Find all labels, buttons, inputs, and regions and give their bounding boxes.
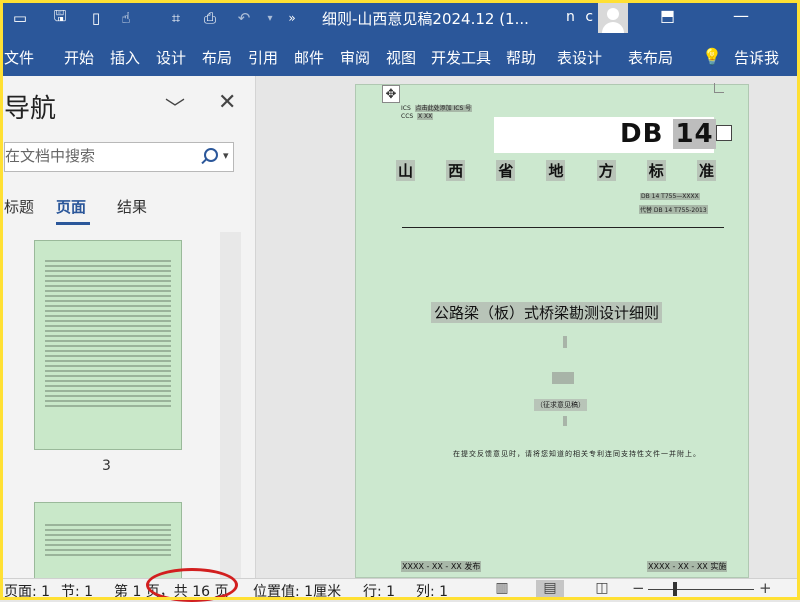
db-prefix: DB <box>620 119 664 149</box>
tab-results[interactable]: 结果 <box>117 196 147 217</box>
tab-design[interactable]: 设计 <box>156 47 186 68</box>
thumbnail-page-number: 3 <box>102 458 111 474</box>
db-number[interactable]: 14 <box>673 119 716 149</box>
zoom-in-icon[interactable]: + <box>759 579 772 597</box>
new-document-icon[interactable]: ▯ <box>84 6 108 30</box>
user-name[interactable]: n c <box>566 9 596 25</box>
tab-insert[interactable]: 插入 <box>110 47 140 68</box>
placeholder-block <box>563 416 567 426</box>
corner-mark <box>714 83 724 93</box>
ribbon-tabs: 文件 开始 插入 设计 布局 引用 邮件 审阅 视图 开发工具 帮助 表设计 表… <box>0 36 800 76</box>
tab-table-design[interactable]: 表设计 <box>557 47 602 68</box>
active-tab-indicator <box>56 222 90 225</box>
placeholder-block <box>552 372 574 384</box>
tab-pages[interactable]: 页面 <box>56 196 86 217</box>
status-bar: 页面: 1 节: 1 第 1 页，共 16 页 位置值: 1厘米 行: 1 列:… <box>0 568 800 602</box>
draft-label[interactable]: （征求意见稿） <box>534 399 587 411</box>
print-preview-icon[interactable]: ⎙ <box>198 6 222 30</box>
publish-date[interactable]: XXXX - XX - XX 发布 <box>401 561 482 572</box>
divider <box>402 227 724 228</box>
tab-mailings[interactable]: 邮件 <box>294 47 324 68</box>
ribbon-display-icon[interactable]: ⬒ <box>660 6 675 25</box>
ics-value[interactable]: 点击此处添加 ICS 号 <box>414 105 473 112</box>
tab-table-layout[interactable]: 表布局 <box>628 47 673 68</box>
page-thumbnail[interactable] <box>34 240 182 450</box>
standard-title-char: 省 <box>496 160 516 181</box>
standard-title-char: 准 <box>696 160 716 181</box>
document-area[interactable]: ✥ ICS 点击此处添加 ICS 号 CCS X XX DB 14 山 西 省 … <box>257 76 800 578</box>
ics-line: ICS 点击此处添加 ICS 号 <box>401 103 473 112</box>
main-title[interactable]: 公路梁（板）式桥梁勘测设计细则 <box>431 302 663 323</box>
standard-title-char: 方 <box>596 160 616 181</box>
standard-title-char: 山 <box>396 160 416 181</box>
tab-review[interactable]: 审阅 <box>340 47 370 68</box>
more-commands-icon[interactable]: » <box>280 6 304 30</box>
placeholder-block <box>563 336 567 348</box>
chevron-down-icon[interactable]: ﹀ <box>165 92 185 121</box>
page-thumbnail[interactable] <box>34 502 182 582</box>
tab-file[interactable]: 文件 <box>4 47 34 68</box>
zoom-slider-thumb[interactable] <box>673 582 677 596</box>
ccs-label: CCS <box>401 113 414 120</box>
status-row[interactable]: 行: 1 <box>363 581 395 601</box>
patent-note[interactable]: 在提交反馈意见时，请将您知道的相关专利连同支持性文件一并附上。 <box>453 449 701 459</box>
tab-help[interactable]: 帮助 <box>506 47 536 68</box>
status-position[interactable]: 位置值: 1厘米 <box>253 581 341 601</box>
lightbulb-icon[interactable]: 💡 <box>702 47 722 66</box>
implement-date[interactable]: XXXX - XX - XX 实施 <box>647 561 728 572</box>
tab-home[interactable]: 开始 <box>64 47 94 68</box>
db-checkbox[interactable] <box>716 125 732 141</box>
tell-me-button[interactable]: 告诉我 <box>734 47 779 68</box>
ccs-value[interactable]: X XX <box>417 113 434 120</box>
tab-headings[interactable]: 标题 <box>4 196 34 217</box>
status-section[interactable]: 节: 1 <box>61 581 93 601</box>
print-layout-icon[interactable]: ▤ <box>536 580 564 599</box>
nav-scrollbar[interactable] <box>220 232 241 578</box>
read-mode-icon[interactable]: ▥ <box>488 580 516 599</box>
tab-view[interactable]: 视图 <box>386 47 416 68</box>
undo-icon[interactable]: ↶ <box>232 6 256 30</box>
tab-references[interactable]: 引用 <box>248 47 278 68</box>
standard-title-char: 标 <box>646 160 666 181</box>
redo-dropdown-icon[interactable]: ▾ <box>258 6 282 30</box>
zoom-out-icon[interactable]: − <box>632 579 645 597</box>
document-title: 细则-山西意见稿2024.12 (1... <box>322 10 529 28</box>
title-bar: ▭ 🖫 ▯ ☝ ⌗ ⎙ ↶ ▾ » 细则-山西意见稿2024.12 (1... … <box>0 0 800 36</box>
standard-code[interactable]: DB 14 T755—XXXX <box>640 193 700 200</box>
translate-icon[interactable]: ⌗ <box>164 6 188 30</box>
web-layout-icon[interactable]: ◫ <box>588 580 616 599</box>
standard-title: 山 西 省 地 方 标 准 <box>396 160 716 181</box>
close-icon[interactable]: ✕ <box>218 90 236 115</box>
save-icon[interactable]: 🖫 <box>48 6 72 30</box>
search-icon[interactable] <box>204 148 218 162</box>
tab-layout[interactable]: 布局 <box>202 47 232 68</box>
autosave-icon[interactable]: ▭ <box>8 6 32 30</box>
ccs-line: CCS X XX <box>401 113 434 120</box>
minimize-icon[interactable]: — <box>733 6 749 25</box>
highlight-ring <box>146 568 238 602</box>
db-label: DB 14 <box>620 119 716 149</box>
move-handle-icon[interactable]: ✥ <box>382 85 400 103</box>
ics-label: ICS <box>401 105 411 112</box>
standard-title-char: 地 <box>546 160 566 181</box>
avatar[interactable] <box>598 3 628 33</box>
status-column[interactable]: 列: 1 <box>416 581 448 601</box>
tab-developer[interactable]: 开发工具 <box>431 47 491 68</box>
navigation-pane: 导航 ﹀ ✕ ▾ 标题 页面 结果 3 <box>0 76 256 582</box>
search-options-icon[interactable]: ▾ <box>223 149 229 162</box>
standard-title-char: 西 <box>446 160 466 181</box>
status-page[interactable]: 页面: 1 <box>4 581 50 601</box>
touch-mode-icon[interactable]: ☝ <box>114 6 138 30</box>
replaces-code[interactable]: 代替 DB 14 T755-2013 <box>639 205 708 214</box>
document-page[interactable]: ✥ ICS 点击此处添加 ICS 号 CCS X XX DB 14 山 西 省 … <box>355 83 749 578</box>
nav-search-box[interactable]: ▾ <box>4 142 234 172</box>
nav-title: 导航 <box>4 94 57 124</box>
search-input[interactable] <box>5 147 195 165</box>
zoom-slider[interactable] <box>648 589 754 590</box>
